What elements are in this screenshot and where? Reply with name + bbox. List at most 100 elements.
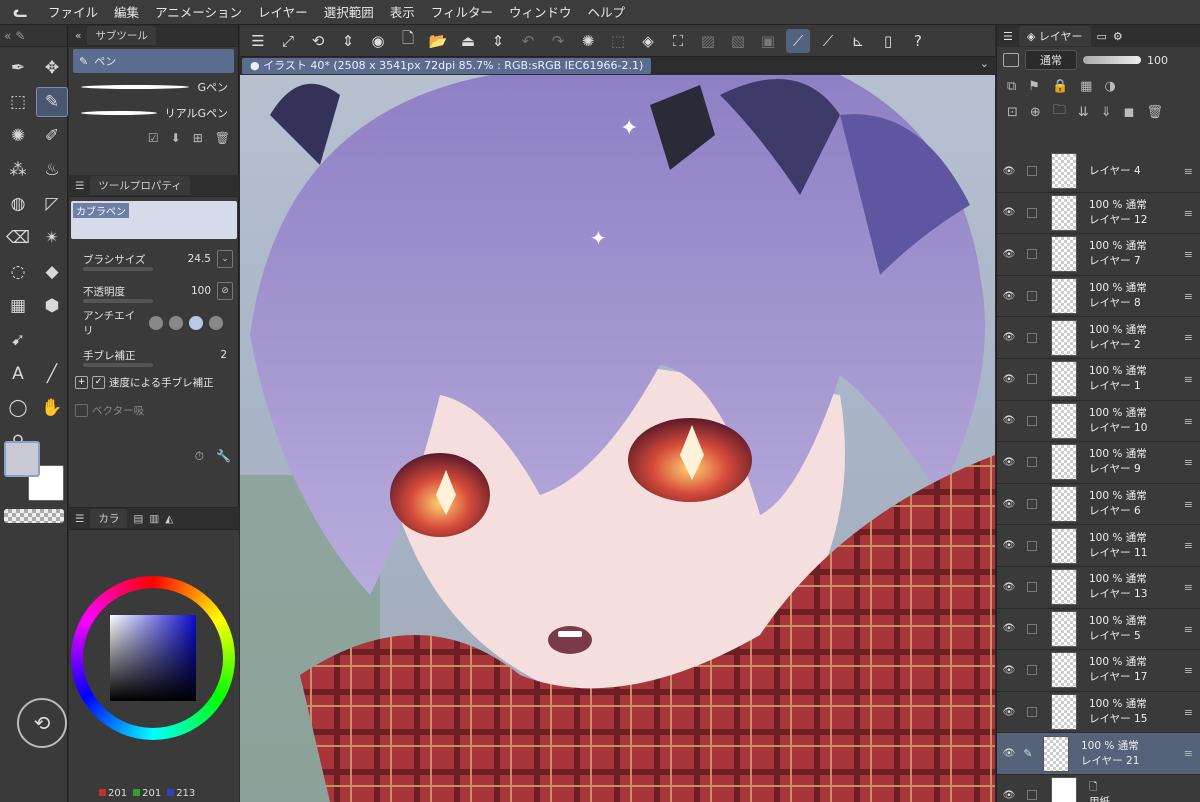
layer-row[interactable]: 👁 100 % 通常 レイヤー 2 ≡: [997, 317, 1200, 359]
layer-row[interactable]: 👁 100 % 通常 レイヤー 11 ≡: [997, 525, 1200, 567]
visibility-eye-icon[interactable]: 👁: [997, 291, 1021, 302]
chevron-down-icon[interactable]: ⌄: [980, 57, 989, 70]
layer-checkbox[interactable]: [1027, 623, 1037, 634]
fill-tool-icon[interactable]: ◆: [36, 257, 68, 287]
blend-mode-select[interactable]: 通常: [1025, 50, 1077, 70]
chevron-updown-icon[interactable]: ⇕: [486, 29, 510, 53]
menu-edit[interactable]: 編集: [106, 0, 147, 25]
drag-handle-icon[interactable]: ≡: [1184, 331, 1193, 344]
brush-size-pressure-icon[interactable]: ⌄: [217, 250, 233, 268]
visibility-eye-icon[interactable]: 👁: [997, 540, 1021, 551]
drawing-canvas[interactable]: ✦ ✦: [240, 75, 995, 802]
tab-intermediate-icon[interactable]: ◭: [165, 513, 173, 525]
drag-handle-icon[interactable]: ≡: [1184, 415, 1193, 428]
tab-layer[interactable]: ◈ レイヤー: [1018, 26, 1091, 46]
visibility-eye-icon[interactable]: 👁: [997, 457, 1021, 468]
visibility-eye-icon[interactable]: 👁: [997, 207, 1021, 218]
opacity-row[interactable]: 不透明度 100 ⊘: [69, 275, 239, 307]
menu-selection[interactable]: 選択範囲: [316, 0, 382, 25]
visibility-eye-icon[interactable]: 👁: [997, 374, 1021, 385]
layer-row[interactable]: 👁 100 % 通常 レイヤー 10 ≡: [997, 401, 1200, 443]
balloon-tool-icon[interactable]: ◯: [2, 393, 34, 423]
collapse-icon[interactable]: «: [4, 29, 11, 43]
visibility-eye-icon[interactable]: 👁: [997, 415, 1021, 426]
visibility-eye-icon[interactable]: 👁: [997, 499, 1021, 510]
layer-checkbox[interactable]: [1027, 332, 1037, 343]
delete-icon[interactable]: 🗑: [215, 131, 230, 145]
layer-row[interactable]: 👁 100 % 通常 レイヤー 8 ≡: [997, 276, 1200, 318]
tab-navigator-icon[interactable]: ⚙: [1113, 30, 1123, 43]
object-tool-icon[interactable]: ➹: [2, 325, 34, 355]
antialias-strong[interactable]: [207, 314, 225, 332]
delete-layer-icon[interactable]: 🗑: [1146, 105, 1163, 120]
menu-icon[interactable]: ☰: [75, 513, 84, 525]
lock-transparent-icon[interactable]: ▦: [1080, 79, 1092, 94]
layer-row[interactable]: 👁 100 % 通常 レイヤー 13 ≡: [997, 567, 1200, 609]
snap-grid-icon[interactable]: ⊾: [846, 29, 870, 53]
brush-size-slider[interactable]: [83, 267, 153, 271]
visibility-eye-icon[interactable]: 👁: [997, 582, 1021, 593]
sub-tool-pen[interactable]: ✎ ペン: [73, 49, 234, 73]
sub-tool-g-pen[interactable]: Gペン: [73, 75, 234, 99]
layer-opacity-slider[interactable]: [1083, 56, 1141, 64]
clear-selection-icon[interactable]: ⬚: [606, 29, 630, 53]
rotate-view-icon[interactable]: ⟲: [17, 698, 67, 748]
stabilization-value[interactable]: 2: [173, 349, 227, 361]
text-tool-icon[interactable]: A: [2, 359, 34, 389]
brush-sync-icon[interactable]: ⟲: [306, 29, 330, 53]
visibility-eye-icon[interactable]: 👁: [997, 249, 1021, 260]
layer-row[interactable]: 👁 レイヤー 4 ≡: [997, 151, 1200, 193]
layer-row[interactable]: 👁 100 % 通常 レイヤー 6 ≡: [997, 484, 1200, 526]
new-file-icon[interactable]: 🗋: [396, 29, 420, 53]
pen-tool-icon[interactable]: ✎: [36, 87, 68, 117]
drag-handle-icon[interactable]: ≡: [1184, 456, 1193, 469]
layer-checkbox[interactable]: [1027, 374, 1037, 385]
antialias-medium[interactable]: [187, 314, 205, 332]
fill-icon[interactable]: ◈: [636, 29, 660, 53]
new-subtool-icon[interactable]: ⊞: [193, 131, 203, 145]
layer-row[interactable]: 👁 100 % 通常 レイヤー 9 ≡: [997, 442, 1200, 484]
layer-checkbox[interactable]: [1027, 790, 1037, 801]
menu-window[interactable]: ウィンドウ: [501, 0, 580, 25]
crop-icon[interactable]: ⛶: [666, 29, 690, 53]
tab-color-set-icon[interactable]: ▤: [133, 513, 143, 525]
layer-row-selected[interactable]: 👁 ✎ 100 % 通常 レイヤー 21 ≡: [997, 733, 1200, 775]
ruler-tool-icon[interactable]: ◸: [36, 189, 68, 219]
move-layer-tool-icon[interactable]: ✥: [36, 53, 68, 83]
drag-handle-icon[interactable]: ≡: [1184, 706, 1193, 719]
drag-handle-icon[interactable]: ≡: [1184, 623, 1193, 636]
selection-tool-icon[interactable]: ⬚: [2, 87, 34, 117]
3d-tool-icon[interactable]: ⬢: [36, 291, 68, 321]
layer-mask-icon[interactable]: ◼: [1124, 105, 1135, 120]
companion-icon[interactable]: ▯: [876, 29, 900, 53]
selection-b-icon[interactable]: ▧: [726, 29, 750, 53]
pencil-tool-icon[interactable]: ✐: [36, 121, 68, 151]
record-icon[interactable]: ◉: [366, 29, 390, 53]
main-color-chip[interactable]: [4, 441, 40, 477]
layer-row[interactable]: 👁 100 % 通常 レイヤー 15 ≡: [997, 692, 1200, 734]
line-tool-icon[interactable]: ╱: [36, 359, 68, 389]
layer-row[interactable]: 👁 100 % 通常 レイヤー 17 ≡: [997, 650, 1200, 692]
pen-tab-icon[interactable]: ✎: [15, 29, 25, 43]
reference-icon[interactable]: ⚑: [1028, 79, 1040, 94]
sub-tool-real-g-pen[interactable]: リアルGペン: [73, 101, 234, 125]
opacity-pressure-icon[interactable]: ⊘: [217, 282, 233, 300]
antialias-none[interactable]: [147, 314, 165, 332]
lasso-tool-icon[interactable]: ◌: [2, 257, 34, 287]
layer-checkbox[interactable]: [1027, 665, 1037, 676]
layer-checkbox[interactable]: [1027, 540, 1037, 551]
layer-checkbox[interactable]: [1027, 166, 1037, 177]
stabilization-row[interactable]: 手ブレ補正 2: [69, 339, 239, 371]
drag-handle-icon[interactable]: ≡: [1184, 539, 1193, 552]
speed-stabilization-row[interactable]: + ✓ 速度による手ブレ補正: [69, 371, 239, 393]
visibility-eye-icon[interactable]: 👁: [997, 707, 1021, 718]
layer-opacity-value[interactable]: 100: [1147, 54, 1168, 67]
fit-icon[interactable]: ⤢: [276, 29, 300, 53]
snap-special-icon[interactable]: ⟋: [816, 29, 840, 53]
magic-wand-tool-icon[interactable]: ✴: [36, 223, 68, 253]
reset-icon[interactable]: ⏱: [195, 449, 204, 464]
layer-checkbox[interactable]: [1027, 707, 1037, 718]
menu-filter[interactable]: フィルター: [423, 0, 501, 25]
brush-size-row[interactable]: ブラシサイズ 24.5 ⌄: [69, 243, 239, 275]
layer-row[interactable]: 👁 100 % 通常 レイヤー 1 ≡: [997, 359, 1200, 401]
